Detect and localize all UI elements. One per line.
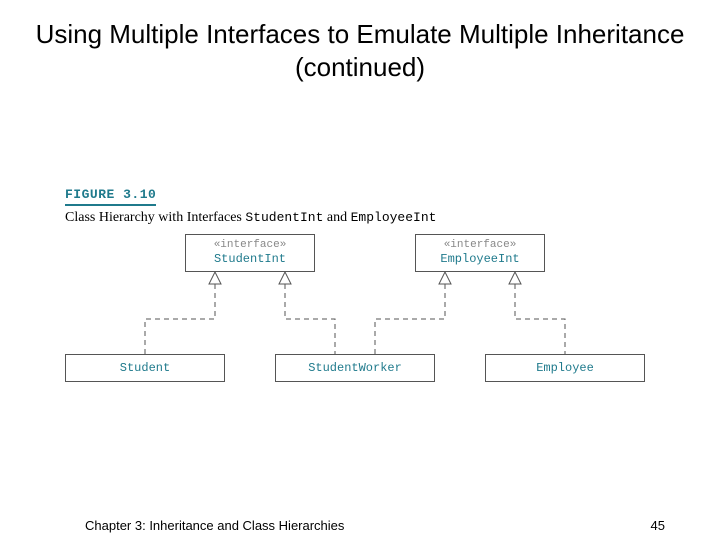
page-number: 45 [651, 518, 665, 533]
chapter-label: Chapter 3: Inheritance and Class Hierarc… [85, 518, 344, 533]
figure-caption: Class Hierarchy with Interfaces StudentI… [65, 210, 655, 226]
class-name-studentworker: StudentWorker [282, 361, 428, 376]
interface-name-employeeint: EmployeeInt [422, 252, 538, 267]
class-name-student: Student [72, 361, 218, 376]
figure-block: FIGURE 3.10 Class Hierarchy with Interfa… [65, 185, 655, 404]
class-box-studentworker: StudentWorker [275, 354, 435, 382]
figure-caption-iface1: StudentInt [245, 210, 323, 225]
class-name-employee: Employee [492, 361, 638, 376]
slide-title: Using Multiple Interfaces to Emulate Mul… [0, 0, 720, 83]
figure-caption-iface2: EmployeeInt [351, 210, 437, 225]
interface-box-studentint: «interface» StudentInt [185, 234, 315, 272]
stereotype-label: «interface» [422, 239, 538, 253]
stereotype-label: «interface» [192, 239, 308, 253]
uml-diagram: «interface» StudentInt «interface» Emplo… [65, 234, 655, 404]
figure-caption-prefix: Class Hierarchy with Interfaces [65, 210, 245, 225]
class-box-employee: Employee [485, 354, 645, 382]
interface-box-employeeint: «interface» EmployeeInt [415, 234, 545, 272]
figure-caption-and: and [323, 210, 350, 225]
interface-name-studentint: StudentInt [192, 252, 308, 267]
figure-label: FIGURE 3.10 [65, 187, 156, 206]
class-box-student: Student [65, 354, 225, 382]
